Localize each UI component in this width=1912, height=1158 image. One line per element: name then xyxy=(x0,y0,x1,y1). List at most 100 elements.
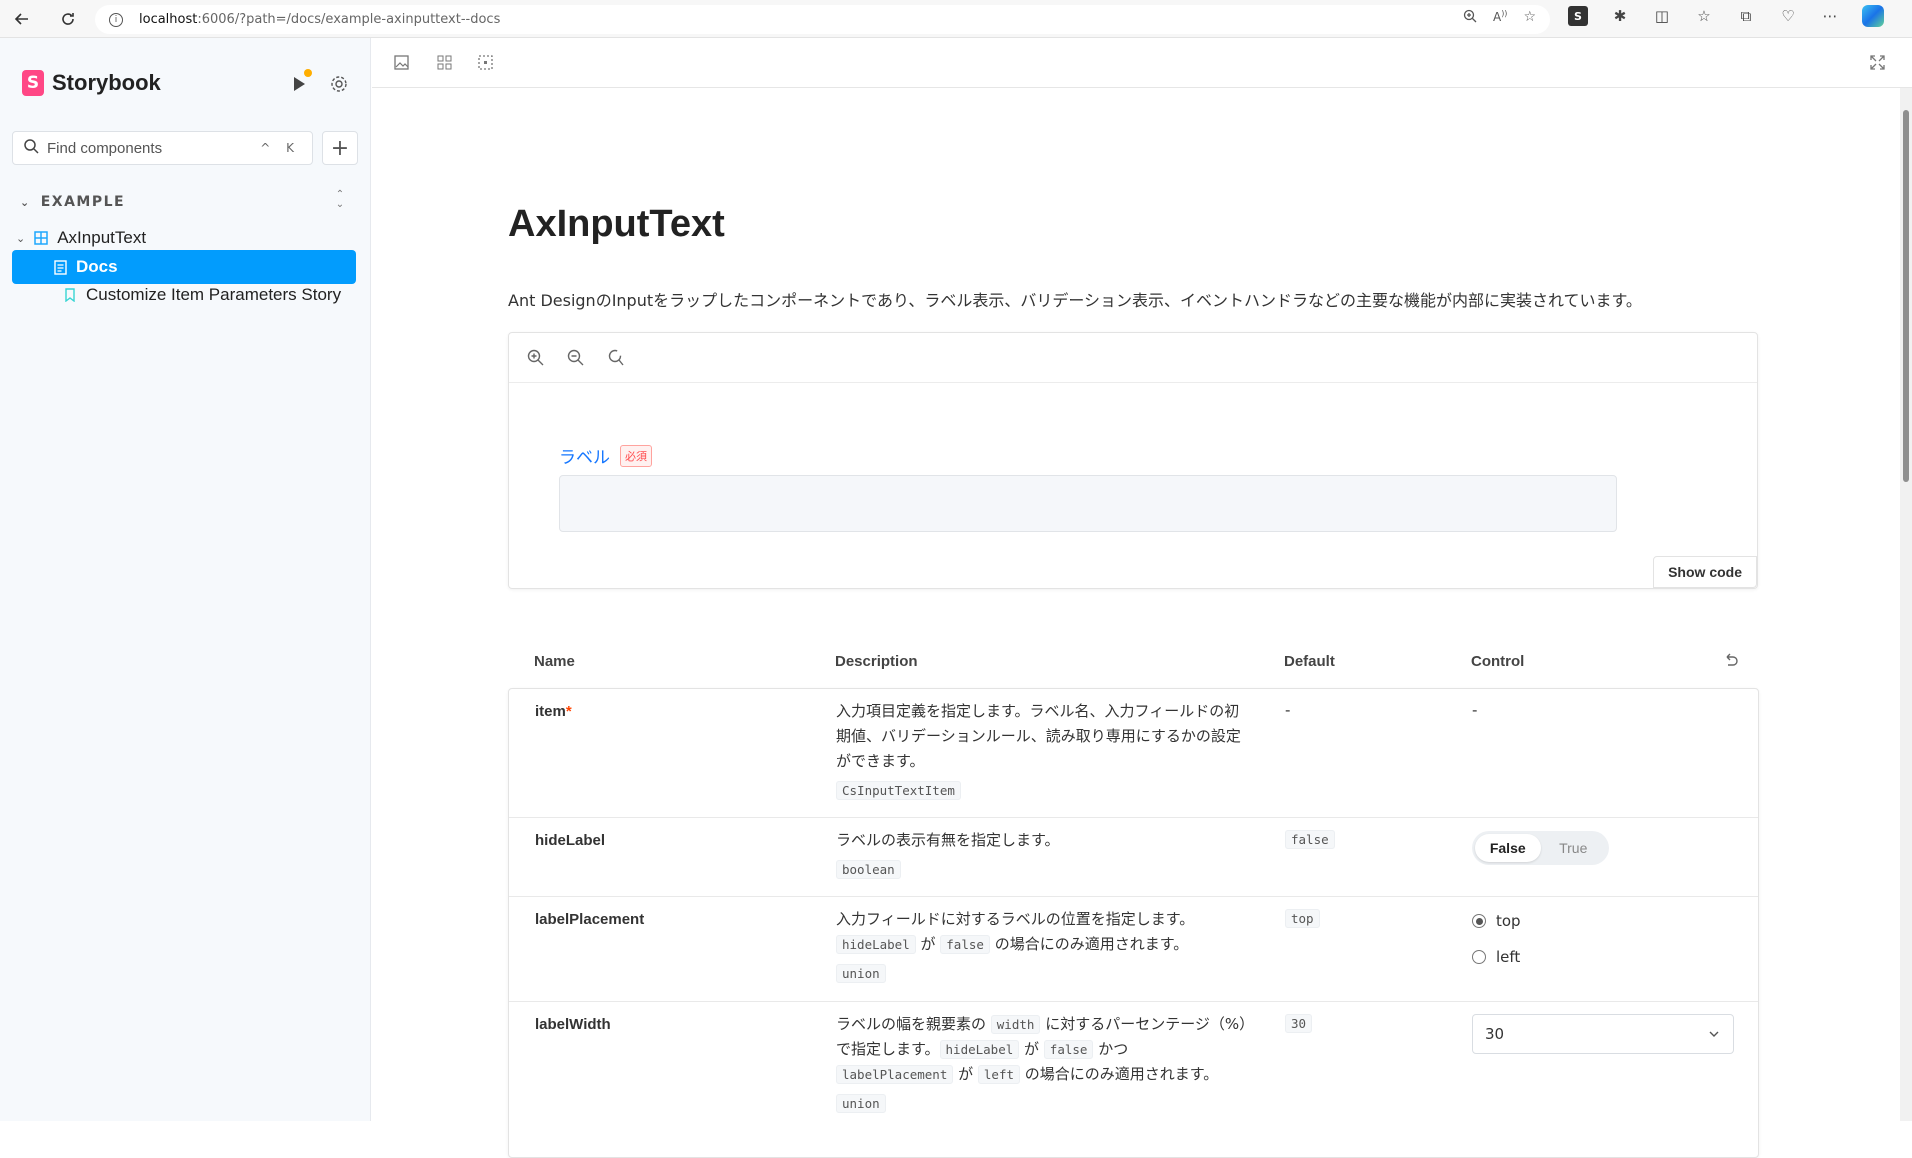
tree-item-label: Customize Item Parameters Story xyxy=(86,285,342,304)
read-aloud-icon[interactable]: A)) xyxy=(1493,9,1507,27)
desc-text: の場合にのみ適用されます。 xyxy=(989,935,1189,953)
arg-description-text: ラベルの幅を親要素の width に対するパーセンテージ（%）で指定します。 hi… xyxy=(836,1012,1248,1087)
more-options-icon[interactable]: ⋯ xyxy=(1820,6,1840,26)
show-code-button[interactable]: Show code xyxy=(1653,556,1757,588)
arg-type: boolean xyxy=(836,860,901,879)
demo-text-input[interactable] xyxy=(559,475,1617,532)
required-tag: 必須 xyxy=(620,444,652,467)
table-row: hideLabel ラベルの表示有無を指定します。 boolean false … xyxy=(509,818,1758,897)
demo-field-label: ラベル 必須 xyxy=(559,443,652,468)
arg-name: hideLabel xyxy=(535,832,606,849)
zoom-icon[interactable] xyxy=(1463,9,1477,27)
back-icon[interactable] xyxy=(6,3,38,35)
arg-description: 入力フィールドに対するラベルの位置を指定します。 hideLabel が fal… xyxy=(836,907,1248,986)
grid-icon[interactable] xyxy=(435,53,453,71)
arg-description: 入力項目定義を指定します。ラベル名、入力フィールドの初期値、バリデーションルール… xyxy=(836,699,1248,803)
site-info-icon[interactable]: i xyxy=(109,12,123,27)
arg-control-none: - xyxy=(1472,701,1478,719)
url-path: :6006/?path=/docs/example-axinputtext--d… xyxy=(197,12,501,27)
whats-new-play-icon[interactable] xyxy=(287,69,312,96)
arg-description-text: 入力フィールドに対するラベルの位置を指定します。 hideLabel が fal… xyxy=(836,907,1248,957)
favorites-icon[interactable]: ☆ xyxy=(1694,6,1714,26)
search-input[interactable] xyxy=(47,139,267,157)
desc-text: かつ xyxy=(1093,1040,1129,1058)
table-row: item* 入力項目定義を指定します。ラベル名、入力フィールドの初期値、バリデー… xyxy=(509,689,1758,818)
boolean-toggle[interactable]: False True xyxy=(1472,831,1609,865)
search-icon xyxy=(23,138,39,158)
arg-default: top xyxy=(1285,909,1320,928)
split-screen-icon[interactable]: ◫ xyxy=(1652,6,1672,26)
chevron-down-icon xyxy=(1709,1026,1719,1040)
select-value: 30 xyxy=(1485,1025,1505,1043)
search-shortcut: ^ K xyxy=(260,141,300,155)
desc-text: が xyxy=(1019,1040,1044,1058)
desc-code: false xyxy=(1043,1040,1094,1059)
zoom-in-icon[interactable] xyxy=(525,348,545,368)
brand-name: Storybook xyxy=(52,70,161,95)
collections-icon[interactable]: ⧉ xyxy=(1736,6,1756,26)
fullscreen-icon[interactable] xyxy=(1868,53,1886,71)
args-table-body: item* 入力項目定義を指定します。ラベル名、入力フィールドの初期値、バリデー… xyxy=(508,688,1759,1158)
tree-item-customize-story[interactable]: Customize Item Parameters Story xyxy=(12,278,356,312)
arg-default: false xyxy=(1285,830,1335,849)
preview-toolbar xyxy=(372,38,1912,88)
tree-component-label: AxInputText xyxy=(57,228,147,247)
refresh-icon[interactable] xyxy=(52,3,84,35)
col-header-name: Name xyxy=(534,653,575,670)
zoom-out-icon[interactable] xyxy=(565,348,585,368)
desc-text: の場合にのみ適用されます。 xyxy=(1020,1065,1219,1083)
copilot-icon[interactable] xyxy=(1862,5,1884,27)
arg-default: 30 xyxy=(1285,1014,1313,1033)
arg-description-text: 入力項目定義を指定します。ラベル名、入力フィールドの初期値、バリデーションルール… xyxy=(836,702,1241,770)
component-grid-icon xyxy=(33,230,49,246)
radio-unchecked-icon[interactable] xyxy=(1472,950,1486,964)
browser-essentials-icon[interactable]: ♡ xyxy=(1778,6,1798,26)
image-icon[interactable] xyxy=(392,53,410,71)
storybook-brand[interactable]: S Storybook xyxy=(22,70,161,96)
search-box[interactable]: ^ K xyxy=(12,131,313,165)
scroll-thumb[interactable] xyxy=(1903,110,1909,482)
storybook-logo-icon: S xyxy=(22,70,44,96)
radio-label: left xyxy=(1496,948,1521,966)
main-panel: AxInputText Ant DesignのInputをラップしたコンポーネン… xyxy=(372,38,1912,1158)
desc-text: ラベルの幅を親要素の xyxy=(836,1015,991,1033)
collapse-all-icon[interactable]: ⌃ ⌄ xyxy=(330,190,350,216)
reset-controls-icon[interactable] xyxy=(1722,653,1740,671)
desc-code: false xyxy=(940,935,990,954)
default-value: 30 xyxy=(1285,1014,1313,1033)
outline-icon[interactable] xyxy=(476,53,494,71)
arg-description: ラベルの表示有無を指定します。 boolean xyxy=(836,828,1248,882)
desc-text: 入力フィールドに対するラベルの位置を指定します。 xyxy=(836,910,1195,928)
radio-option-left[interactable]: left xyxy=(1472,939,1521,975)
label-width-select[interactable]: 30 xyxy=(1472,1014,1734,1054)
extension-s-icon[interactable]: S xyxy=(1568,6,1588,26)
desc-code: left xyxy=(977,1065,1021,1084)
scrollbar[interactable] xyxy=(1900,88,1912,1121)
arg-default: - xyxy=(1285,701,1291,719)
arg-type: union xyxy=(836,1094,886,1113)
toggle-false-option[interactable]: False xyxy=(1475,834,1541,862)
extensions-puzzle-icon[interactable]: ✱ xyxy=(1610,6,1630,26)
toggle-true-option[interactable]: True xyxy=(1541,834,1607,862)
favorite-star-icon[interactable]: ☆ xyxy=(1523,9,1536,27)
sidebar: S Storybook ^ K + ⌄ EXAMPLE ⌃⌄ ⌄ AxInput… xyxy=(0,38,371,1121)
radio-checked-icon[interactable] xyxy=(1472,914,1486,928)
chevron-down-icon: ⌄ xyxy=(20,195,31,209)
address-bar[interactable]: i localhost:6006/?path=/docs/example-axi… xyxy=(95,5,1550,34)
settings-gear-icon[interactable] xyxy=(327,72,351,96)
zoom-reset-icon[interactable] xyxy=(605,348,625,368)
browser-toolbar: i localhost:6006/?path=/docs/example-axi… xyxy=(0,0,1912,38)
create-new-button[interactable]: + xyxy=(322,131,358,165)
arg-name-text: item xyxy=(535,703,566,720)
document-icon xyxy=(52,259,68,275)
desc-text: が xyxy=(915,935,941,953)
page-description: Ant DesignのInputをラップしたコンポーネントであり、ラベル表示、バ… xyxy=(508,291,1642,310)
section-label: EXAMPLE xyxy=(40,194,126,210)
arg-type: CsInputTextItem xyxy=(836,781,961,800)
desc-code: labelPlacement xyxy=(836,1065,954,1084)
section-header-example[interactable]: ⌄ EXAMPLE xyxy=(20,194,125,210)
radio-group: top left xyxy=(1472,903,1521,975)
arg-description-text: ラベルの表示有無を指定します。 xyxy=(836,831,1060,849)
tree-item-label: Docs xyxy=(76,257,118,276)
radio-option-top[interactable]: top xyxy=(1472,903,1521,939)
